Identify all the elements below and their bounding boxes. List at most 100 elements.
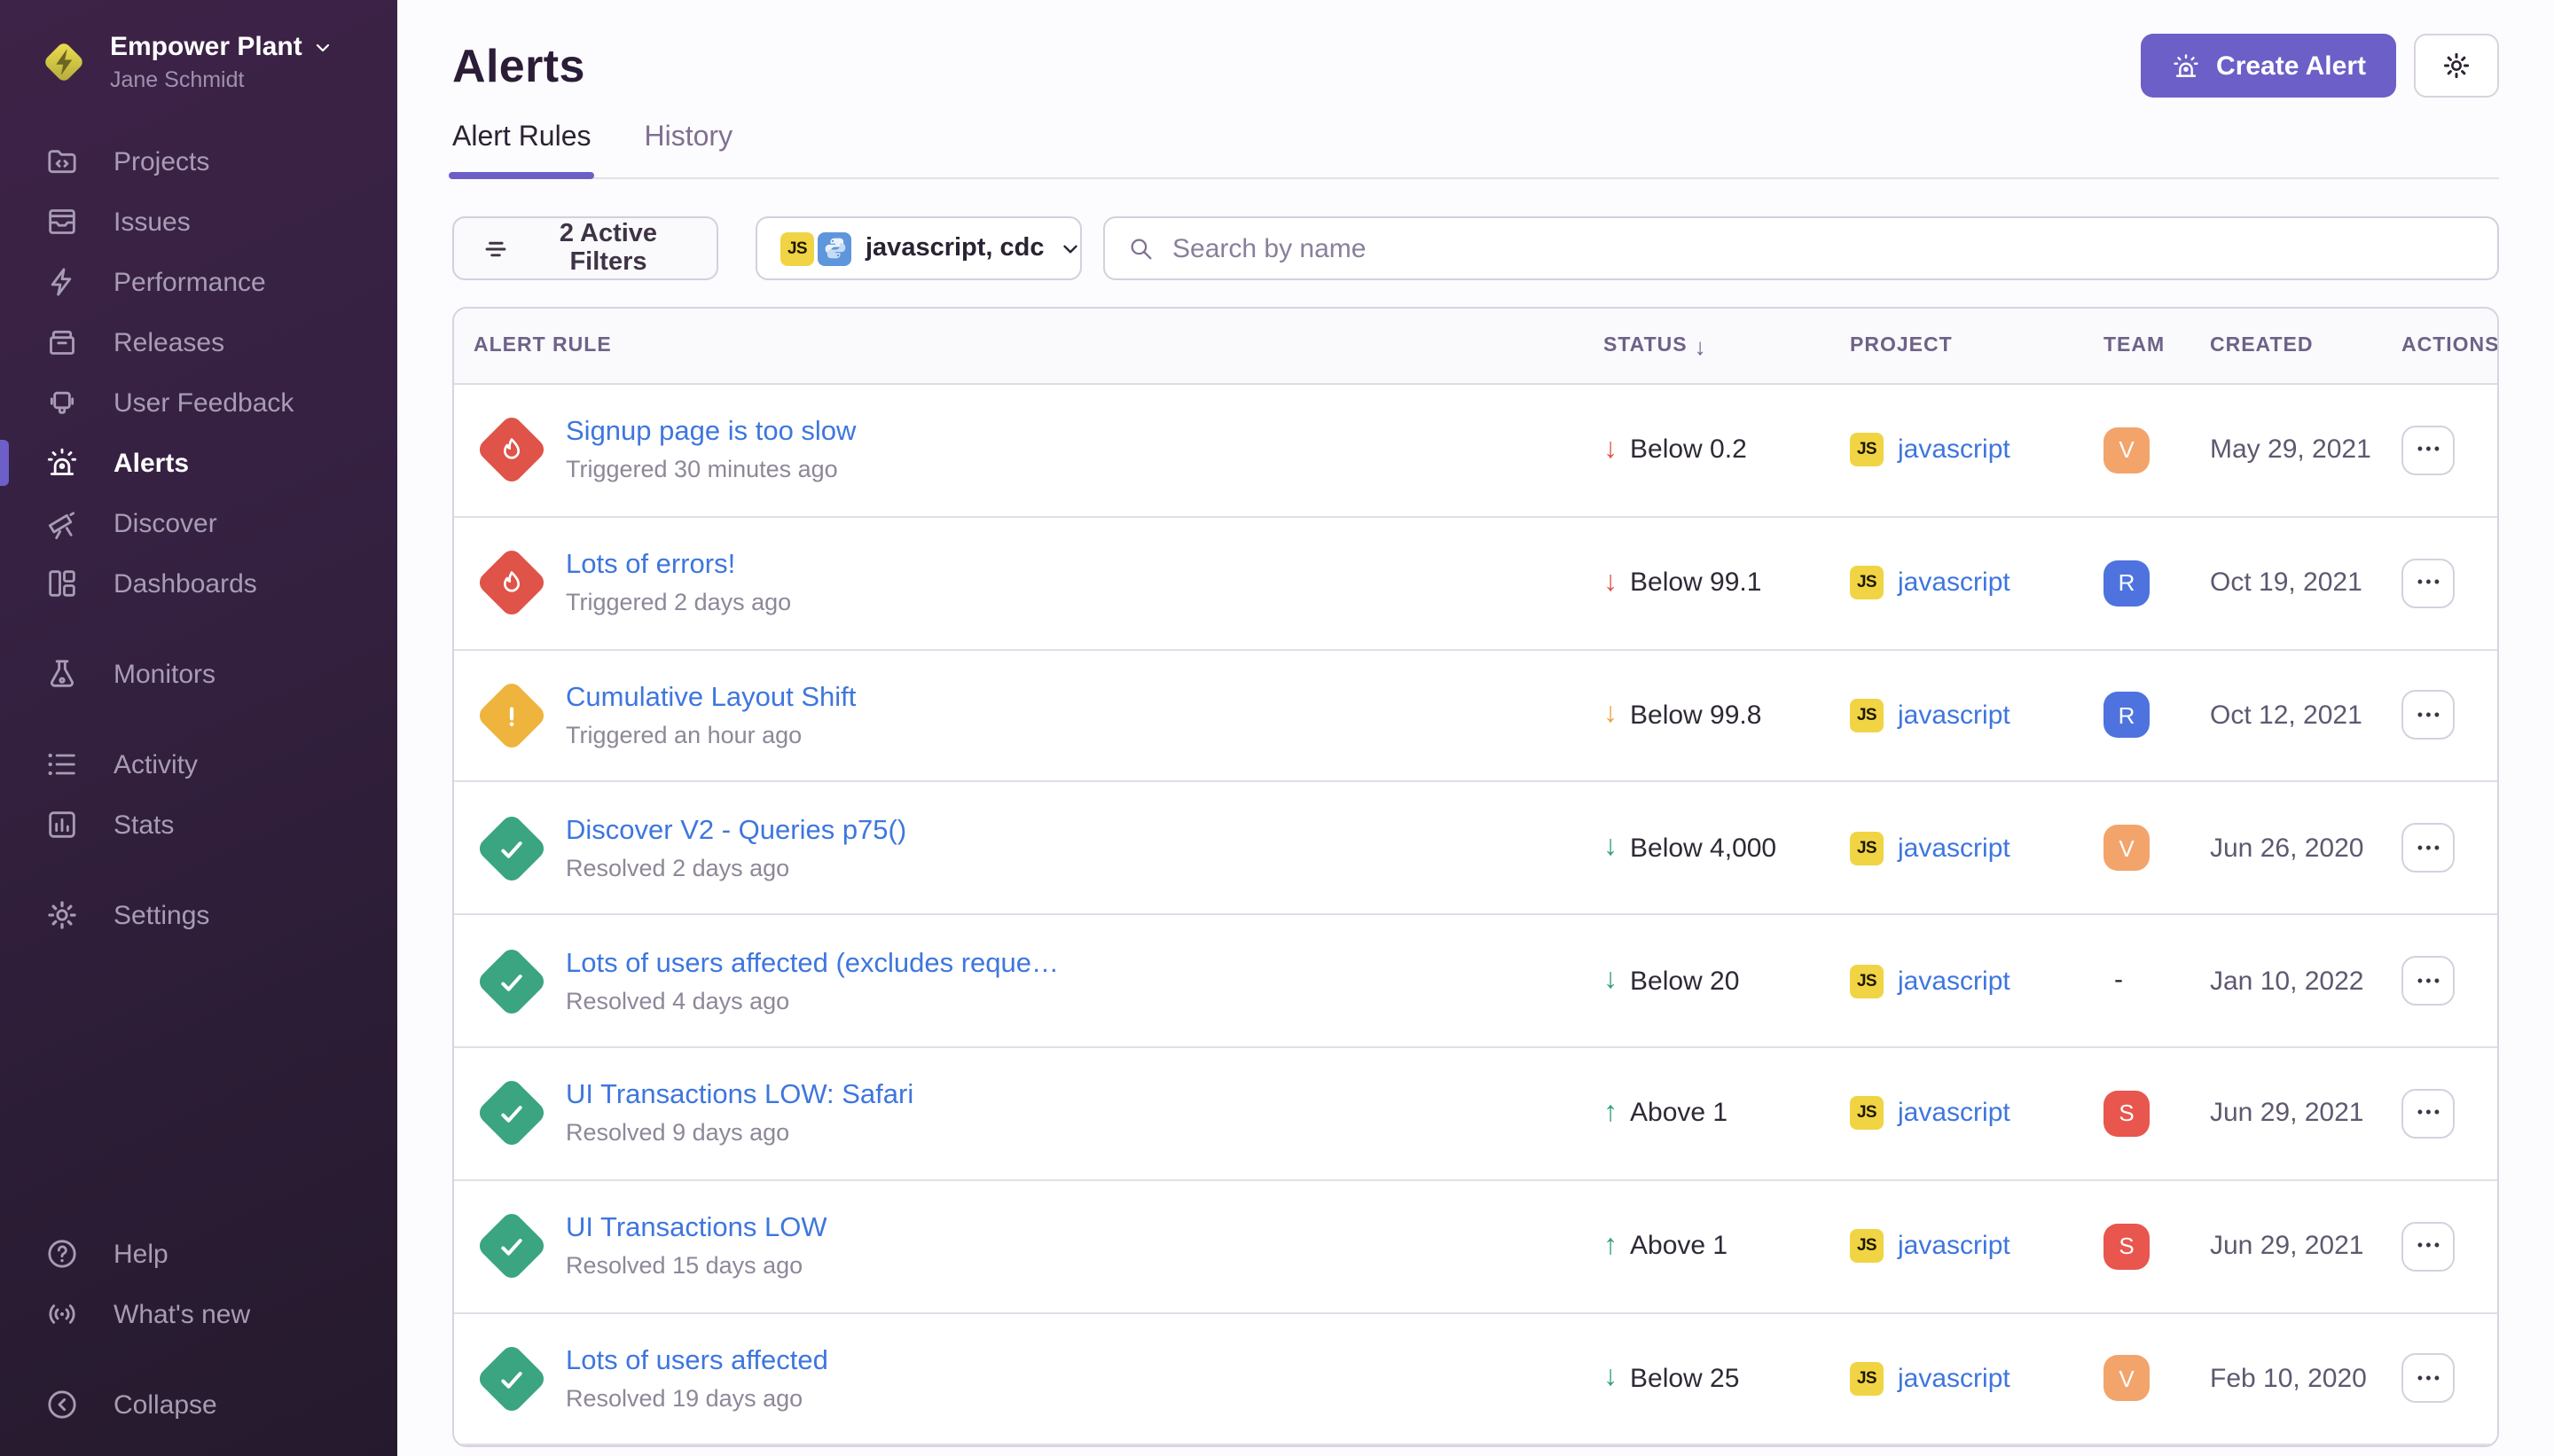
python-platform-icon: [818, 231, 851, 265]
row-actions-button[interactable]: •••: [2401, 558, 2455, 607]
alert-rule-link[interactable]: Cumulative Layout Shift: [566, 683, 856, 715]
created-date: Oct 12, 2021: [2210, 701, 2401, 731]
sidebar-item-stats[interactable]: Stats: [28, 795, 369, 855]
ellipsis-icon: •••: [2417, 973, 2443, 989]
tab-history[interactable]: History: [645, 122, 733, 177]
alert-rule-link[interactable]: Signup page is too slow: [566, 418, 856, 450]
sidebar: Empower Plant Jane Schmidt Projects Issu…: [0, 0, 397, 1456]
column-header-project[interactable]: Project: [1850, 335, 2104, 356]
team-avatar[interactable]: S: [2104, 1091, 2150, 1137]
search-input[interactable]: [1169, 231, 2476, 265]
actions-cell: •••: [2401, 1221, 2497, 1271]
column-header-created[interactable]: Created: [2210, 335, 2401, 356]
actions-cell: •••: [2401, 558, 2497, 607]
sidebar-item-monitors[interactable]: Monitors: [28, 644, 369, 704]
app-root: Empower Plant Jane Schmidt Projects Issu…: [0, 0, 2554, 1456]
team-avatar[interactable]: S: [2104, 1223, 2150, 1269]
alert-rule-link[interactable]: Lots of users affected: [566, 1346, 828, 1378]
create-alert-button[interactable]: Create Alert: [2140, 34, 2396, 98]
project-link[interactable]: javascript: [1898, 435, 2010, 466]
row-actions-button[interactable]: •••: [2401, 1221, 2455, 1271]
javascript-platform-icon: JS: [1850, 1229, 1884, 1263]
created-date: Feb 10, 2020: [2210, 1364, 2401, 1394]
column-header-status[interactable]: Status ↓: [1603, 333, 1850, 359]
status-cell: ↓ Below 99.1: [1603, 568, 1850, 598]
sidebar-item-collapse[interactable]: Collapse: [28, 1374, 369, 1435]
ellipsis-icon: •••: [2417, 1238, 2443, 1254]
tab-alert-rules[interactable]: Alert Rules: [452, 122, 591, 177]
row-actions-button[interactable]: •••: [2401, 691, 2455, 740]
row-actions-button[interactable]: •••: [2401, 1354, 2455, 1404]
column-header-team[interactable]: Team: [2104, 335, 2210, 356]
alert-rule-link[interactable]: Lots of errors!: [566, 550, 791, 582]
column-header-actions: Actions: [2401, 335, 2497, 356]
severity-diamond: [475, 1209, 548, 1282]
team-avatar[interactable]: V: [2104, 427, 2150, 474]
siren-icon: [2170, 51, 2200, 81]
sidebar-item-discover[interactable]: Discover: [28, 493, 369, 553]
column-header-alert-rule[interactable]: Alert Rule: [454, 335, 1603, 356]
sidebar-item-label: Projects: [114, 146, 209, 176]
org-switcher[interactable]: Empower Plant Jane Schmidt: [28, 32, 369, 92]
alert-rule-cell: Signup page is too slow Triggered 30 min…: [454, 414, 1603, 487]
status-cell: ↓ Below 25: [1603, 1364, 1850, 1394]
sidebar-item-label: Discover: [114, 508, 217, 538]
sidebar-item-dashboards[interactable]: Dashboards: [28, 553, 369, 614]
team-avatar[interactable]: R: [2104, 560, 2150, 606]
alert-rule-subtext: Resolved 2 days ago: [566, 855, 906, 881]
project-link[interactable]: javascript: [1898, 966, 2010, 996]
row-actions-button[interactable]: •••: [2401, 1089, 2455, 1139]
sidebar-item-label: Releases: [114, 327, 224, 357]
alert-rule-link[interactable]: Lots of users affected (excludes reque…: [566, 948, 1059, 980]
project-link[interactable]: javascript: [1898, 1231, 2010, 1261]
sidebar-item-user-feedback[interactable]: User Feedback: [28, 372, 369, 433]
status-cell: ↑ Above 1: [1603, 1231, 1850, 1261]
team-avatar[interactable]: V: [2104, 1356, 2150, 1402]
project-selector[interactable]: JS javascript, cdc: [756, 216, 1082, 280]
question-circle-icon: [44, 1236, 80, 1272]
team-cell: S: [2104, 1223, 2210, 1269]
sidebar-item-whats-new[interactable]: What's new: [28, 1284, 369, 1344]
active-filters-button[interactable]: 2 Active Filters: [452, 216, 718, 280]
alert-rule-link[interactable]: UI Transactions LOW: Safari: [566, 1081, 913, 1113]
sidebar-item-alerts[interactable]: Alerts: [28, 433, 369, 493]
bar-chart-icon: [44, 807, 80, 842]
check-icon: [494, 1361, 529, 1397]
project-link[interactable]: javascript: [1898, 1364, 2010, 1394]
sidebar-item-projects[interactable]: Projects: [28, 131, 369, 192]
org-name: Empower Plant: [110, 32, 302, 62]
alert-rule-subtext: Resolved 4 days ago: [566, 987, 1059, 1014]
team-avatar[interactable]: R: [2104, 693, 2150, 739]
ellipsis-icon: •••: [2417, 1371, 2443, 1387]
sidebar-item-activity[interactable]: Activity: [28, 734, 369, 795]
settings-button[interactable]: [2414, 34, 2499, 98]
alert-rule-link[interactable]: UI Transactions LOW: [566, 1213, 827, 1245]
status-cell: ↑ Above 1: [1603, 1099, 1850, 1129]
project-link[interactable]: javascript: [1898, 568, 2010, 598]
row-actions-button[interactable]: •••: [2401, 956, 2455, 1006]
sidebar-item-label: Activity: [114, 749, 198, 779]
severity-diamond: [475, 812, 548, 885]
team-avatar[interactable]: V: [2104, 826, 2150, 872]
ellipsis-icon: •••: [2417, 575, 2443, 591]
team-cell: V: [2104, 826, 2210, 872]
alert-rule-link[interactable]: Discover V2 - Queries p75(): [566, 816, 906, 848]
sidebar-item-releases[interactable]: Releases: [28, 312, 369, 372]
alert-rule-cell: UI Transactions LOW Resolved 15 days ago: [454, 1209, 1603, 1282]
project-link[interactable]: javascript: [1898, 701, 2010, 731]
row-actions-button[interactable]: •••: [2401, 426, 2455, 475]
alert-rule-cell: UI Transactions LOW: Safari Resolved 9 d…: [454, 1077, 1603, 1150]
sidebar-item-performance[interactable]: Performance: [28, 252, 369, 312]
project-link[interactable]: javascript: [1898, 1099, 2010, 1129]
sidebar-item-issues[interactable]: Issues: [28, 192, 369, 252]
status-threshold: Below 0.2: [1630, 435, 1747, 466]
sidebar-item-settings[interactable]: Settings: [28, 885, 369, 945]
severity-diamond: [475, 679, 548, 752]
project-cell: JS javascript: [1850, 699, 2104, 732]
row-actions-button[interactable]: •••: [2401, 824, 2455, 873]
table-row: UI Transactions LOW: Safari Resolved 9 d…: [454, 1048, 2497, 1181]
sidebar-item-help[interactable]: Help: [28, 1224, 369, 1284]
alert-rule-cell: Cumulative Layout Shift Triggered an hou…: [454, 679, 1603, 752]
project-link[interactable]: javascript: [1898, 834, 2010, 864]
status-threshold: Below 25: [1630, 1364, 1739, 1394]
